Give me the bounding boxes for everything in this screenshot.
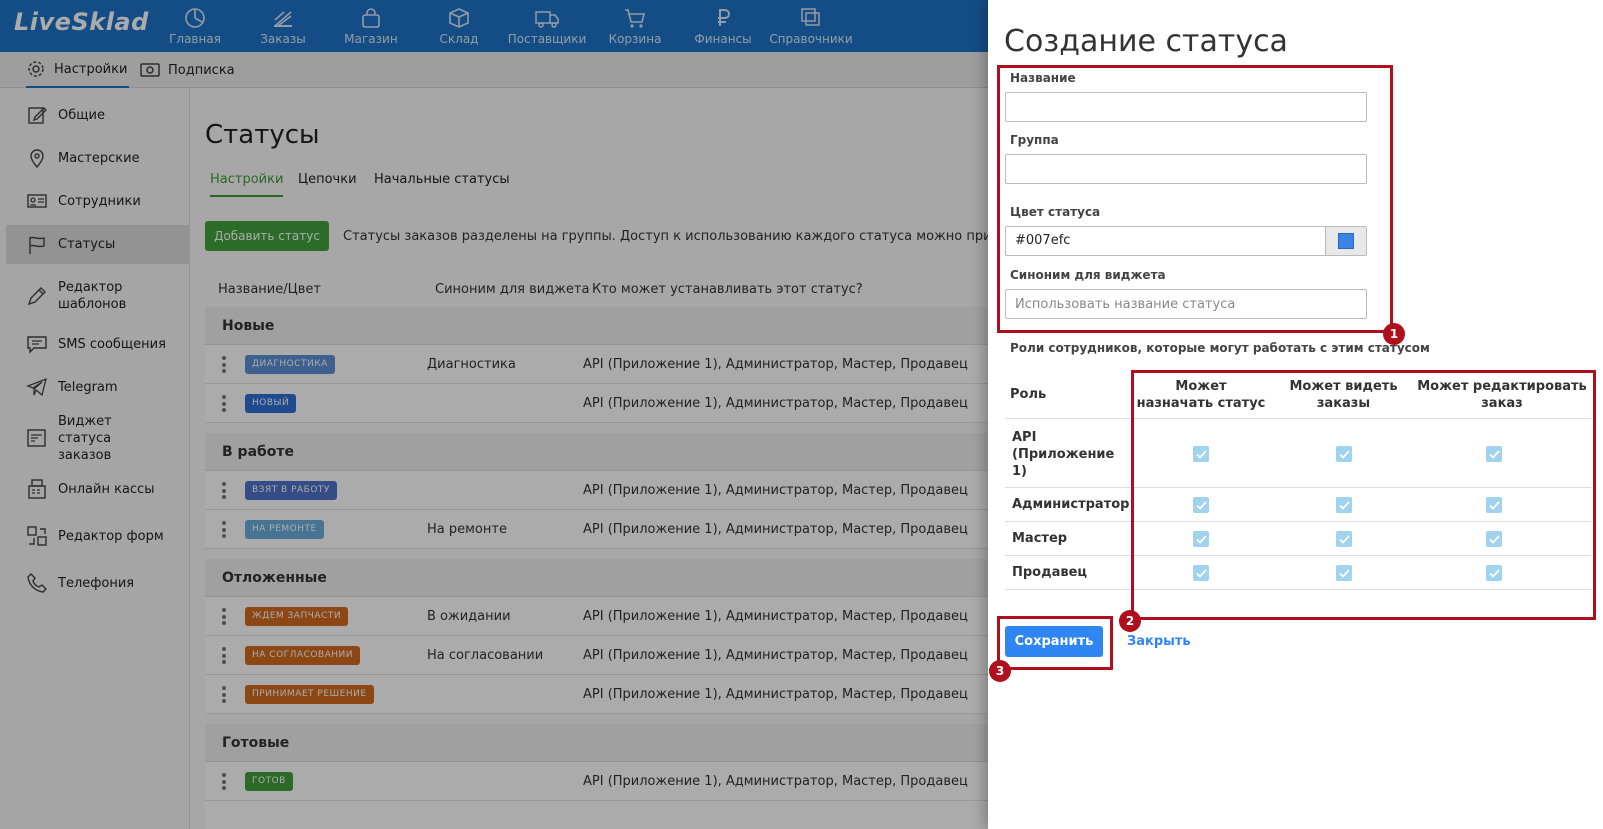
role-name: Продавец — [1012, 565, 1088, 580]
annotation-marker-2: 2 — [1119, 610, 1141, 632]
annotation-box-2 — [1131, 370, 1596, 620]
modal-backdrop[interactable] — [0, 0, 1013, 829]
panel-title: Создание статуса — [1004, 24, 1288, 59]
roles-title: Роли сотрудников, которые могут работать… — [1010, 341, 1430, 355]
role-name: Мастер — [1012, 531, 1068, 546]
create-status-panel: Создание статуса Название Группа Цвет ст… — [988, 0, 1603, 829]
roles-column-role: Роль — [1010, 387, 1047, 402]
annotation-box-1 — [997, 65, 1393, 333]
role-name: Администратор — [1012, 497, 1130, 512]
annotation-box-3 — [997, 616, 1113, 670]
role-name: API (Приложение 1) — [1012, 430, 1115, 479]
annotation-marker-1: 1 — [1383, 323, 1405, 345]
close-link[interactable]: Закрыть — [1127, 634, 1191, 649]
annotation-marker-3: 3 — [989, 660, 1011, 682]
